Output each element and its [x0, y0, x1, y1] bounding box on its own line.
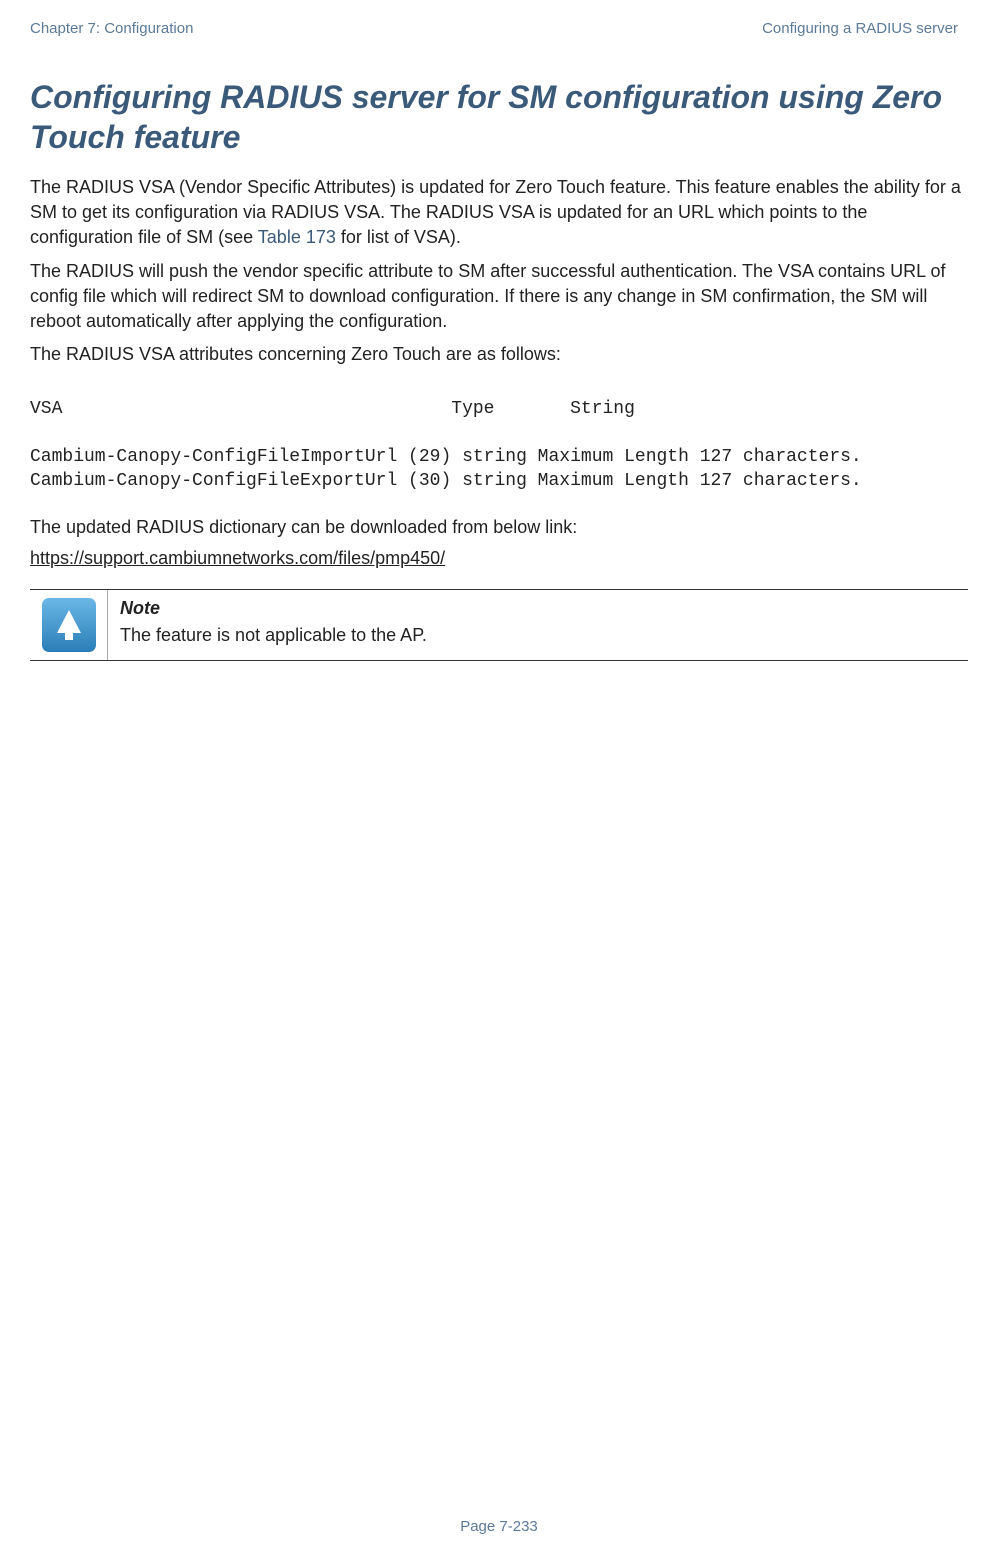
vsa-row-2: Cambium-Canopy-ConfigFileExportUrl (30) …: [30, 469, 968, 493]
paragraph-1-post: for list of VSA).: [336, 227, 461, 247]
main-heading: Configuring RADIUS server for SM configu…: [30, 77, 968, 157]
note-title: Note: [120, 598, 956, 619]
note-text-cell: Note The feature is not applicable to th…: [108, 590, 968, 654]
paragraph-3: The RADIUS VSA attributes concerning Zer…: [30, 342, 968, 367]
page-footer: Page 7-233: [0, 1518, 998, 1535]
header-left: Chapter 7: Configuration: [30, 20, 193, 37]
note-icon-cell: [30, 590, 108, 660]
dictionary-link[interactable]: https://support.cambiumnetworks.com/file…: [30, 548, 445, 568]
paragraph-1: The RADIUS VSA (Vendor Specific Attribut…: [30, 175, 968, 251]
vsa-header-row: VSA Type String: [30, 397, 968, 422]
note-box: Note The feature is not applicable to th…: [30, 589, 968, 661]
vsa-row-1: Cambium-Canopy-ConfigFileImportUrl (29) …: [30, 445, 968, 469]
header-right: Configuring a RADIUS server: [762, 20, 958, 37]
paragraph-2: The RADIUS will push the vendor specific…: [30, 259, 968, 335]
page-header: Chapter 7: Configuration Configuring a R…: [30, 20, 968, 37]
note-body: The feature is not applicable to the AP.: [120, 625, 956, 646]
note-icon: [42, 598, 96, 652]
dictionary-text: The updated RADIUS dictionary can be dow…: [30, 515, 968, 540]
table-link[interactable]: Table 173: [258, 227, 336, 247]
paragraph-1-pre: The RADIUS VSA (Vendor Specific Attribut…: [30, 177, 961, 247]
